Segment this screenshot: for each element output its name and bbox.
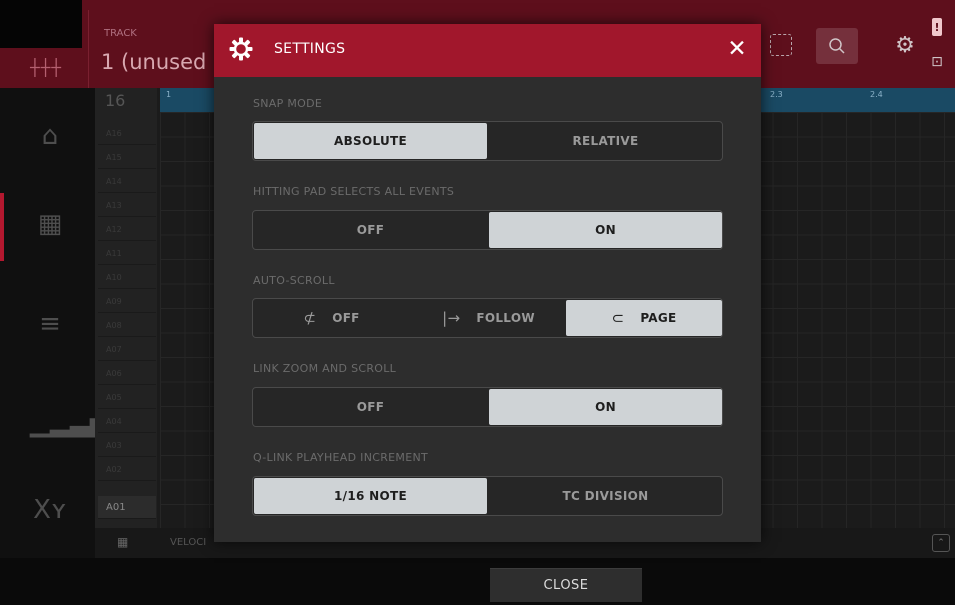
link-zoom-on-option[interactable]: ON xyxy=(489,389,722,425)
page-turn-icon: ⊂ xyxy=(611,309,625,327)
pad-row[interactable]: A04 xyxy=(98,410,156,433)
hitting-pad-selector: OFF ON xyxy=(252,210,723,250)
dialog-title: SETTINGS xyxy=(274,41,346,57)
snap-absolute-option[interactable]: ABSOLUTE xyxy=(254,123,487,159)
sidebar: ⌂ ▦ ≡ ▁▂▃▅ Xʏ xyxy=(0,88,110,558)
gear-icon xyxy=(229,37,253,61)
toolbar-right: ⚙ ! ⊡ xyxy=(760,18,955,74)
auto-scroll-page-option[interactable]: ⊂ PAGE xyxy=(566,300,722,336)
ruler-mark: 2.3 xyxy=(770,90,783,99)
link-zoom-label: LINK ZOOM AND SCROLL xyxy=(253,362,397,375)
pad-row[interactable]: A16 xyxy=(98,122,156,145)
pad-row[interactable]: A15 xyxy=(98,146,156,169)
logo-area xyxy=(0,0,82,48)
hitting-pad-on-option[interactable]: ON xyxy=(489,212,722,248)
qlink-increment-label: Q-LINK PLAYHEAD INCREMENT xyxy=(253,451,428,464)
pad-row[interactable]: A10 xyxy=(98,266,156,289)
track-label: TRACK xyxy=(104,28,137,39)
zoom-tool-icon[interactable] xyxy=(816,28,858,64)
auto-scroll-off-option[interactable]: ⊄ OFF xyxy=(254,300,409,336)
auto-scroll-follow-option[interactable]: |→ FOLLOW xyxy=(411,300,566,336)
pad-row[interactable]: A13 xyxy=(98,194,156,217)
pad-row[interactable]: A09 xyxy=(98,290,156,313)
pad-row[interactable]: A07 xyxy=(98,338,156,361)
auto-scroll-selector: ⊄ OFF |→ FOLLOW ⊂ PAGE xyxy=(252,298,723,338)
velocity-bars-icon[interactable]: ▁▂▃▅ xyxy=(30,403,110,443)
pad-row[interactable]: A11 xyxy=(98,242,156,265)
ruler-mark: 1 xyxy=(166,90,172,99)
xy-icon[interactable]: Xʏ xyxy=(30,490,70,530)
velocity-label: VELOCI xyxy=(170,537,207,548)
follow-arrow-icon: |→ xyxy=(442,309,461,327)
hitting-pad-label: HITTING PAD SELECTS ALL EVENTS xyxy=(253,185,455,198)
pad-row[interactable]: A03 xyxy=(98,434,156,457)
settings-dialog: SETTINGS ✕ SNAP MODE ABSOLUTE RELATIVE H… xyxy=(214,24,761,542)
link-zoom-selector: OFF ON xyxy=(252,387,723,427)
auto-scroll-label: AUTO-SCROLL xyxy=(253,274,335,287)
gear-icon[interactable]: ⚙ xyxy=(885,28,925,62)
dialog-header: SETTINGS ✕ xyxy=(214,24,761,77)
snap-relative-option[interactable]: RELATIVE xyxy=(489,123,722,159)
screen-icon[interactable]: ⊡ xyxy=(927,52,947,72)
qlink-increment-selector: 1/16 NOTE TC DIVISION xyxy=(252,476,723,516)
ruler-mark: 2.4 xyxy=(870,90,883,99)
auto-scroll-page-label: PAGE xyxy=(640,311,677,325)
link-zoom-off-option[interactable]: OFF xyxy=(254,389,487,425)
qlink-tc-division-option[interactable]: TC DIVISION xyxy=(489,478,722,514)
hitting-pad-off-option[interactable]: OFF xyxy=(254,212,487,248)
pad-row[interactable]: A08 xyxy=(98,314,156,337)
pad-row[interactable]: A02 xyxy=(98,458,156,481)
select-tool-icon[interactable] xyxy=(770,34,792,56)
home-icon[interactable]: ⌂ xyxy=(30,116,70,156)
pad-list: 16 A16 A15 A14 A13 A12 A11 A10 A09 A08 A… xyxy=(95,88,157,528)
lane-grid-icon[interactable]: ▦ xyxy=(117,535,128,549)
snap-mode-selector: ABSOLUTE RELATIVE xyxy=(252,121,723,161)
pad-row[interactable]: A14 xyxy=(98,170,156,193)
pad-row-active[interactable]: A01 xyxy=(98,496,156,519)
pad-row[interactable]: A06 xyxy=(98,362,156,385)
qlink-sixteenth-option[interactable]: 1/16 NOTE xyxy=(254,478,487,514)
pad-row[interactable]: A12 xyxy=(98,218,156,241)
snap-mode-label: SNAP MODE xyxy=(253,97,323,110)
list-edit-icon[interactable]: ≡ xyxy=(30,304,70,344)
close-button[interactable]: CLOSE xyxy=(490,568,642,602)
expand-lane-button[interactable]: ⌃ xyxy=(932,534,950,552)
grid-icon[interactable]: ▦ xyxy=(30,204,70,244)
close-icon[interactable]: ✕ xyxy=(722,34,752,64)
alert-icon[interactable]: ! xyxy=(932,18,942,36)
pad-row[interactable]: A05 xyxy=(98,386,156,409)
grid-view-icon[interactable]: ┼┼┼ xyxy=(30,58,62,77)
auto-scroll-follow-label: FOLLOW xyxy=(476,311,535,325)
sidebar-active-indicator xyxy=(0,193,4,261)
footer-bar: CLOSE xyxy=(0,558,955,605)
track-name: 1 (unused xyxy=(101,50,207,74)
no-scroll-icon: ⊄ xyxy=(303,309,317,327)
pad-count: 16 xyxy=(105,91,126,110)
auto-scroll-off-label: OFF xyxy=(332,311,360,325)
